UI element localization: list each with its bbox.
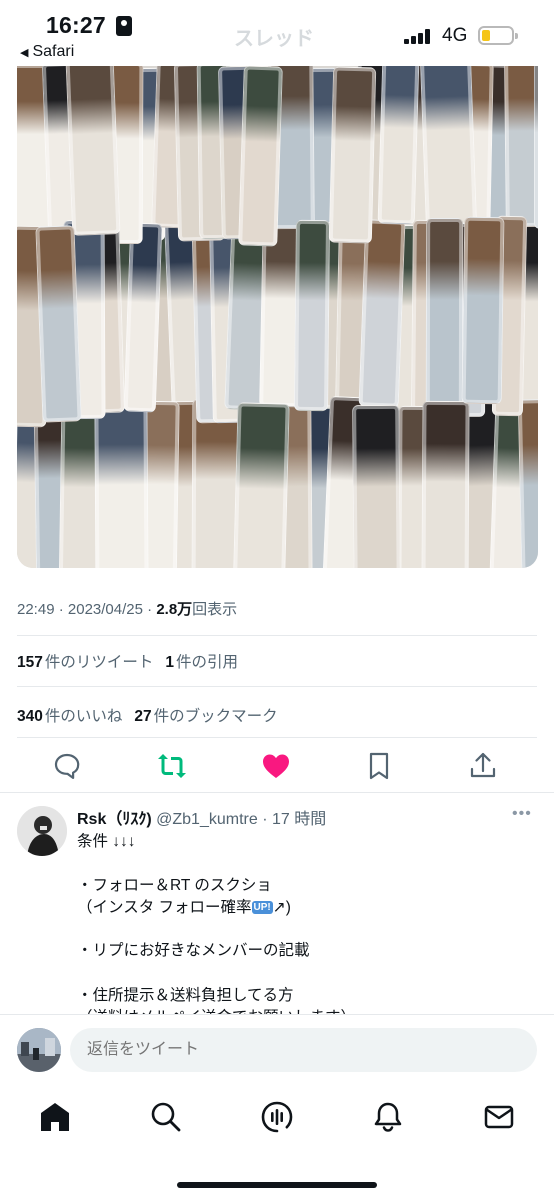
reply-text-span: （インスタ フォロー確率 [77, 899, 252, 916]
search-icon [151, 1102, 181, 1132]
reply-icon [54, 753, 80, 779]
back-to-safari-link[interactable]: ◀ Safari [20, 43, 74, 61]
tweet-meta: 22:49 · 2023/04/25 · 2.8万回表示 [17, 598, 237, 619]
likes-link[interactable]: 340 件のいいね [17, 708, 122, 725]
retweets-label: 件のリツイート [44, 654, 154, 671]
retweet-button[interactable] [156, 750, 188, 782]
bookmark-button[interactable] [363, 750, 395, 782]
bell-icon [374, 1102, 402, 1132]
bookmarks-label: 件のブックマーク [153, 708, 278, 725]
tab-messages[interactable] [482, 1100, 516, 1134]
retweets-count: 157 [17, 654, 43, 671]
meta-separator: · [142, 601, 157, 618]
tab-home[interactable] [38, 1100, 72, 1134]
reply-text-span: ↗) [272, 899, 291, 916]
quotes-link[interactable]: 1 件の引用 [165, 654, 238, 671]
photo-card [35, 225, 82, 423]
photo-card [232, 402, 291, 568]
reply-author-handle[interactable]: @Zb1_kumtre [156, 811, 258, 828]
reply-more-button[interactable]: ••• [512, 805, 532, 823]
reply-author-name[interactable]: Rsk（ﾘｽｸ) [77, 811, 152, 828]
tab-notifications[interactable] [371, 1100, 405, 1134]
tweet-date: 2023/04/25 [67, 601, 143, 618]
photo-card [293, 219, 330, 411]
view-count-label: 回表示 [192, 601, 238, 618]
reply-time: · 17 時間 [262, 811, 327, 828]
photo-card [123, 222, 162, 413]
photo-card [328, 66, 377, 243]
photo-card [426, 217, 464, 412]
network-type: 4G [442, 25, 468, 46]
contact-card-icon [116, 16, 132, 36]
retweet-quote-stats: 157 件のリツイート 1 件の引用 [17, 650, 238, 672]
home-icon [41, 1103, 69, 1131]
cellular-signal-icon [404, 28, 434, 44]
divider [0, 792, 554, 793]
faded-page-title: スレッド [234, 28, 314, 50]
reply-avatar[interactable] [17, 806, 67, 856]
reply-button[interactable] [51, 750, 83, 782]
bookmark-icon [369, 752, 389, 780]
back-triangle-icon: ◀ [20, 47, 29, 59]
photo-card [65, 66, 121, 236]
reply-text-line: ・フォロー＆RT のスクショ [77, 877, 272, 894]
likes-label: 件のいいね [44, 708, 123, 725]
own-avatar[interactable] [17, 1028, 61, 1072]
mail-icon [484, 1105, 514, 1129]
photo-card [421, 400, 470, 568]
spaces-icon [261, 1101, 293, 1133]
tweet-actions [0, 744, 554, 788]
meta-separator: · [54, 601, 68, 618]
reply-header: Rsk（ﾘｽｸ) @Zb1_kumtre · 17 時間 [77, 805, 326, 829]
reply-text-line: ・リプにお好きなメンバーの記載 [77, 942, 310, 959]
tab-search[interactable] [149, 1100, 183, 1134]
share-button[interactable] [467, 750, 499, 782]
back-app-label: Safari [32, 43, 75, 60]
share-icon [470, 752, 496, 778]
divider [17, 737, 537, 738]
photo-card [517, 398, 538, 568]
status-time: 16:27 [46, 12, 106, 38]
photo-card [462, 216, 505, 404]
view-count: 2.8万 [156, 601, 193, 618]
photo-card [351, 405, 401, 568]
photo-card [419, 66, 477, 229]
bookmarks-link[interactable]: 27 件のブックマーク [134, 708, 277, 725]
tweet-photo[interactable] [17, 66, 538, 568]
reply-text-line: （送料はメルペイ送金でお願いします） [77, 1005, 356, 1014]
divider [17, 635, 537, 636]
photo-card [238, 66, 284, 247]
quotes-count: 1 [165, 654, 175, 671]
tweet-time: 22:49 [17, 601, 55, 618]
reply-text-line: 条件 ↓↓↓ [77, 833, 136, 850]
retweets-link[interactable]: 157 件のリツイート [17, 654, 153, 671]
tab-spaces[interactable] [260, 1100, 294, 1134]
bookmarks-count: 27 [134, 708, 152, 725]
battery-icon [478, 26, 518, 45]
like-bookmark-stats: 340 件のいいね 27 件のブックマーク [17, 704, 278, 726]
like-button[interactable] [260, 750, 292, 782]
photo-card [533, 66, 538, 230]
avatar-street-photo-icon [17, 1028, 61, 1072]
photo-card [377, 66, 420, 226]
likes-count: 340 [17, 708, 43, 725]
avatar-person-icon [17, 806, 67, 856]
like-icon [263, 754, 289, 778]
reply-composer [0, 1014, 554, 1086]
reply-input[interactable] [70, 1028, 537, 1072]
reply-text-line: （インスタ フォロー確率 UP! ↗) [77, 895, 291, 917]
reply-text-line: ・住所提示＆送料負担してる方 [77, 987, 294, 1004]
home-indicator [177, 1182, 377, 1188]
photo-card [94, 398, 149, 568]
divider [17, 686, 537, 687]
photo-card [504, 66, 538, 227]
quotes-label: 件の引用 [176, 654, 239, 671]
status-bar: 16:27 スレッド ◀ Safari 4G [0, 0, 554, 66]
retweet-icon [158, 754, 186, 778]
up-emoji-icon: UP! [251, 901, 273, 915]
photo-card [358, 219, 406, 408]
